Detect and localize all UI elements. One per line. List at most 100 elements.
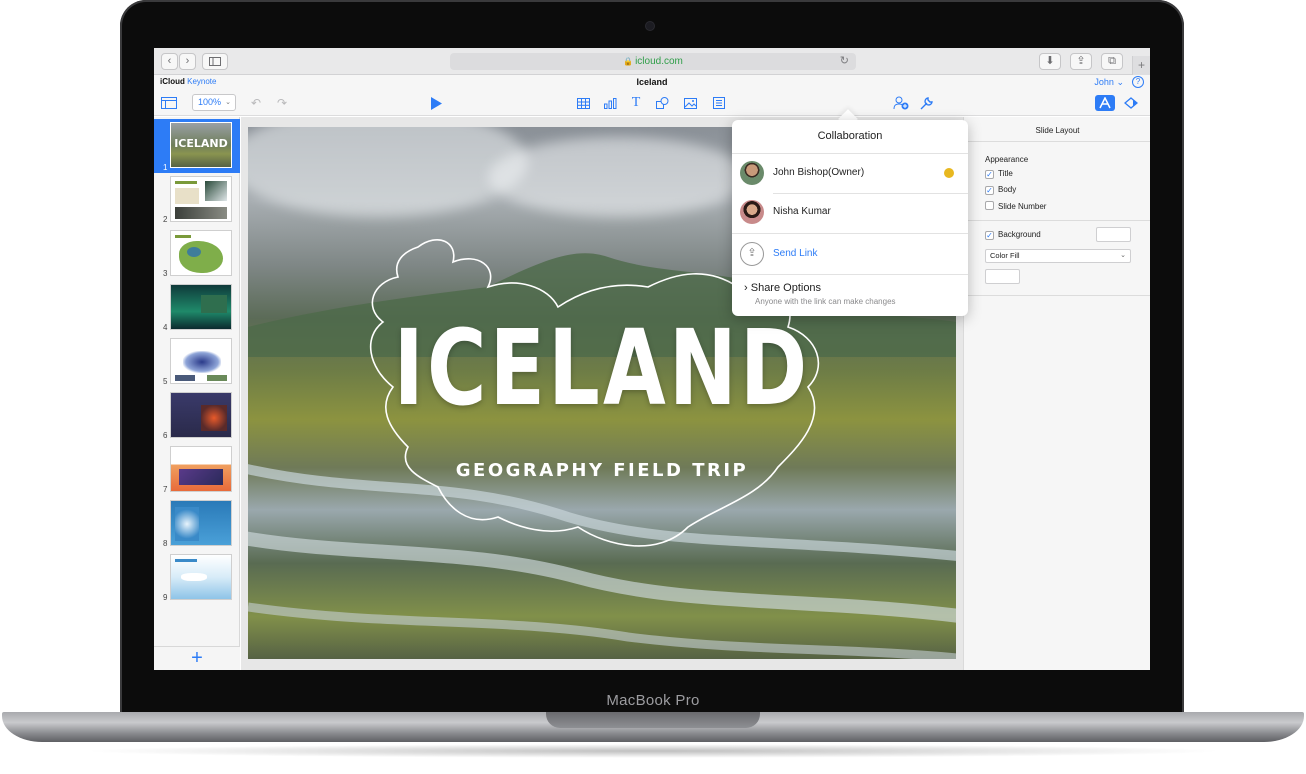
table-icon[interactable] xyxy=(575,95,591,111)
share-icon[interactable]: ⇪ xyxy=(740,242,764,266)
format-icon[interactable] xyxy=(1095,95,1115,111)
divider xyxy=(732,274,968,275)
wrench-icon[interactable] xyxy=(918,95,934,111)
share-icon[interactable]: ⇪ xyxy=(1070,53,1092,70)
thumb-preview xyxy=(170,284,232,330)
collaborator-row[interactable]: Nisha Kumar xyxy=(740,200,960,224)
lock-icon: 🔒 xyxy=(623,57,634,66)
comment-icon[interactable] xyxy=(711,95,727,111)
slide-thumbnail[interactable]: 8 xyxy=(154,497,240,549)
redo-icon[interactable]: ↷ xyxy=(274,95,290,111)
checkbox-label: Title xyxy=(998,169,1013,178)
slide-number: 2 xyxy=(163,215,168,224)
document-title[interactable]: Iceland xyxy=(154,77,1150,87)
chart-icon[interactable] xyxy=(602,95,618,111)
popover-title: Collaboration xyxy=(817,130,883,142)
back-icon[interactable]: ‹ xyxy=(161,53,178,70)
fill-type-select[interactable]: Color Fill ⌄ xyxy=(985,249,1131,263)
slide-thumbnail[interactable]: 4 xyxy=(154,281,240,333)
checkbox-label: Background xyxy=(998,230,1041,239)
share-options-description: Anyone with the link can make changes xyxy=(755,297,896,306)
slide-number: 8 xyxy=(163,539,168,548)
appearance-heading: Appearance xyxy=(985,155,1029,164)
thumb-preview xyxy=(170,338,232,384)
checkbox-label: Slide Number xyxy=(998,202,1047,211)
address-bar[interactable]: 🔒 icloud.com ↻ xyxy=(450,53,856,70)
background-color-well[interactable] xyxy=(1096,227,1131,242)
media-icon[interactable] xyxy=(682,95,698,111)
thumb-preview xyxy=(170,446,232,492)
user-name: John xyxy=(1094,77,1114,87)
checkbox-label: Body xyxy=(998,185,1017,194)
reload-icon[interactable]: ↻ xyxy=(840,53,849,70)
help-icon[interactable]: ? xyxy=(1132,76,1144,88)
camera xyxy=(646,22,654,30)
slide-thumbnail[interactable]: 6 xyxy=(154,389,240,441)
slide-number: 5 xyxy=(163,377,168,386)
animate-icon[interactable] xyxy=(1122,95,1140,111)
app-title-row: iCloud Keynote Iceland John ⌄ ? xyxy=(154,75,1150,90)
slide-number: 9 xyxy=(163,593,168,602)
user-menu[interactable]: John ⌄ xyxy=(1094,77,1124,88)
divider xyxy=(964,220,1150,221)
thumb-preview xyxy=(170,230,232,276)
laptop-shadow xyxy=(80,744,1226,758)
slide-thumbnail[interactable]: 7 xyxy=(154,443,240,495)
forward-icon[interactable]: › xyxy=(179,53,196,70)
checkmark-icon: ✓ xyxy=(985,231,994,240)
shape-icon[interactable] xyxy=(654,95,670,111)
zoom-select[interactable]: 100% ⌄ xyxy=(192,94,236,111)
checkmark-icon: ✓ xyxy=(985,186,994,195)
share-options-toggle[interactable]: › Share Options xyxy=(744,282,821,294)
laptop-notch xyxy=(546,712,760,728)
inspector-title: Slide Layout xyxy=(1035,126,1080,135)
slide-number: 7 xyxy=(163,485,168,494)
fill-color-well[interactable] xyxy=(985,269,1020,284)
thumb-preview: ICELAND xyxy=(170,122,232,168)
slide-number: 6 xyxy=(163,431,168,440)
presence-indicator xyxy=(944,168,954,178)
thumb-title: ICELAND xyxy=(174,137,228,150)
divider xyxy=(964,295,1150,296)
text-icon[interactable]: T xyxy=(628,95,644,111)
slide-thumbnail[interactable]: 5 xyxy=(154,335,240,387)
slide-number: 1 xyxy=(163,163,168,172)
slide-thumbnail[interactable]: ICELAND 1 xyxy=(154,119,240,173)
sidebar-icon[interactable] xyxy=(202,53,228,70)
url-text: icloud.com xyxy=(635,56,683,67)
checkbox-body[interactable]: ✓ Body xyxy=(985,185,1016,196)
add-slide-button[interactable]: + xyxy=(154,646,240,670)
tabs-icon[interactable]: ⧉ xyxy=(1101,53,1123,70)
collaborator-name: John Bishop(Owner) xyxy=(773,167,865,178)
divider xyxy=(732,153,968,154)
empty-checkbox-icon xyxy=(985,201,994,210)
cloud xyxy=(488,137,748,217)
avatar xyxy=(740,200,764,224)
plus-icon[interactable]: + xyxy=(1132,56,1150,75)
collaborate-icon[interactable] xyxy=(892,95,910,111)
slide-number: 3 xyxy=(163,269,168,278)
share-options-label: Share Options xyxy=(750,282,822,294)
checkbox-slide-number[interactable]: Slide Number xyxy=(985,201,1046,212)
send-link-button[interactable]: Send Link xyxy=(773,248,817,259)
thumb-preview xyxy=(170,500,232,546)
slide-thumbnail[interactable]: 9 xyxy=(154,551,240,603)
checkbox-title[interactable]: ✓ Title xyxy=(985,169,1013,180)
download-icon[interactable]: ⬇ xyxy=(1039,53,1061,70)
slide-title[interactable]: ICELAND xyxy=(326,307,878,429)
slide-thumbnail[interactable]: 3 xyxy=(154,227,240,279)
undo-icon[interactable]: ↶ xyxy=(248,95,264,111)
slide-navigator: ICELAND 1 2 3 4 5 6 7 8 9 + xyxy=(154,117,240,670)
play-icon[interactable] xyxy=(428,95,444,111)
collaboration-popover: Collaboration John Bishop(Owner) Nisha K… xyxy=(732,120,968,316)
navigator-view-icon[interactable] xyxy=(160,95,178,111)
checkbox-background[interactable]: ✓ Background xyxy=(985,230,1041,241)
slide-subtitle[interactable]: GEOGRAPHY FIELD TRIP xyxy=(248,460,956,481)
format-inspector: Slide Layout Appearance ✓ Title ✓ Body Sli… xyxy=(963,117,1150,670)
slide-thumbnail[interactable]: 2 xyxy=(154,173,240,225)
chevron-right-icon: › xyxy=(744,282,748,294)
thumb-preview xyxy=(170,176,232,222)
divider xyxy=(773,193,968,194)
cloud xyxy=(248,127,528,217)
collaborator-row[interactable]: John Bishop(Owner) xyxy=(740,161,960,185)
